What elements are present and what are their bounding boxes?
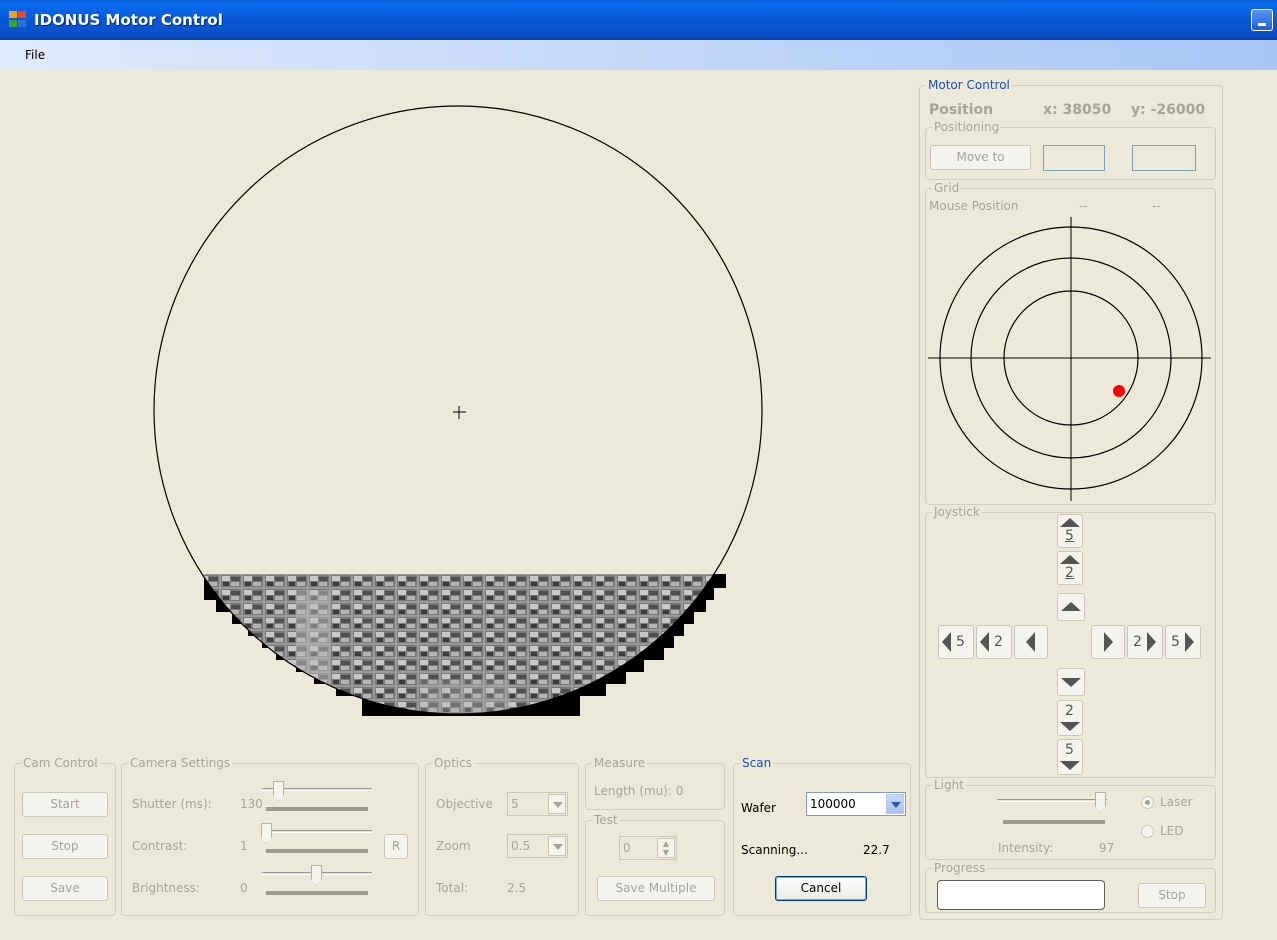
light-group: Light — [925, 778, 1216, 860]
crosshair-icon — [453, 406, 466, 419]
laser-label: Laser — [1160, 795, 1193, 809]
motor-control-legend: Motor Control — [928, 78, 1010, 92]
brightness-label: Brightness: — [132, 881, 200, 895]
arrow-down-icon — [1060, 722, 1080, 731]
joystick-up-button[interactable] — [1057, 593, 1085, 621]
joystick-down-5-button[interactable]: 5 — [1057, 739, 1083, 775]
measure-group: Measure — [585, 756, 725, 810]
wafer-select[interactable]: 100000 — [806, 792, 906, 816]
move-x-input[interactable] — [1043, 145, 1105, 171]
test-legend: Test — [594, 813, 618, 827]
contrast-reset-button[interactable]: R — [384, 834, 408, 859]
laser-radio[interactable] — [1141, 796, 1154, 809]
arrow-left-icon — [1026, 632, 1035, 652]
brightness-tick-bar — [266, 891, 368, 895]
mouse-position-y: -- — [1152, 199, 1161, 213]
chevron-down-icon — [548, 794, 566, 814]
cancel-button[interactable]: Cancel — [775, 876, 867, 901]
arrow-right-icon — [1104, 632, 1113, 652]
joystick-right-5-button[interactable]: 5 — [1165, 625, 1201, 659]
joystick-down-button[interactable] — [1057, 668, 1085, 696]
position-x: x: 38050 — [1043, 102, 1112, 118]
shutter-value: 130 — [240, 797, 263, 811]
move-to-button[interactable]: Move to — [930, 145, 1031, 170]
contrast-value: 1 — [240, 839, 248, 853]
joystick-left-5-button[interactable]: 5 — [938, 625, 974, 659]
scan-status-value: 22.7 — [863, 843, 890, 857]
mouse-position-label: Mouse Position — [929, 199, 1019, 213]
light-legend: Light — [934, 778, 964, 792]
spinner-arrows-icon: ▲ ▼ — [657, 838, 675, 858]
save-multiple-button[interactable]: Save Multiple — [597, 876, 715, 901]
arrow-down-icon — [1060, 761, 1080, 770]
measure-legend: Measure — [594, 756, 645, 770]
arrow-up-icon — [1060, 518, 1080, 527]
positioning-legend: Positioning — [934, 120, 1000, 134]
test-spinner[interactable]: 0 ▲ ▼ — [619, 836, 677, 860]
wafer-label: Wafer — [741, 801, 776, 815]
intensity-tick-bar — [1003, 820, 1105, 824]
joystick-right-2-button[interactable]: 2 — [1127, 625, 1163, 659]
objective-select[interactable]: 5 — [507, 792, 568, 816]
window-title: IDONUS Motor Control — [34, 11, 223, 29]
arrow-right-icon — [1185, 632, 1194, 652]
chevron-down-icon — [886, 794, 904, 814]
cam-stop-button[interactable]: Stop — [22, 834, 108, 859]
measure-length: Length (mu): 0 — [594, 784, 684, 798]
zoom-select[interactable]: 0.5 — [507, 834, 568, 858]
scan-legend: Scan — [742, 756, 772, 770]
shutter-label: Shutter (ms): — [132, 797, 212, 811]
joystick-left-button[interactable] — [1014, 625, 1048, 659]
optics-legend: Optics — [434, 756, 472, 770]
objective-label: Objective — [436, 797, 493, 811]
title-bar: IDONUS Motor Control — [0, 0, 1277, 40]
zoom-label: Zoom — [436, 839, 471, 853]
joystick-up-2-button[interactable]: 2 — [1057, 551, 1083, 585]
arrow-left-icon — [942, 632, 951, 652]
led-label: LED — [1160, 824, 1184, 838]
joystick-right-button[interactable] — [1091, 625, 1125, 659]
wafer-canvas[interactable] — [0, 70, 910, 740]
grid-legend: Grid — [934, 181, 960, 195]
cam-save-button[interactable]: Save — [22, 876, 108, 901]
progress-stop-button[interactable]: Stop — [1138, 883, 1206, 908]
arrow-left-icon — [980, 632, 989, 652]
brightness-value: 0 — [240, 881, 248, 895]
position-marker — [1113, 385, 1125, 397]
shutter-tick-bar — [266, 807, 368, 811]
total-label: Total: — [436, 881, 469, 895]
progress-legend: Progress — [934, 861, 986, 875]
joystick-down-2-button[interactable]: 2 — [1057, 700, 1083, 736]
chevron-down-icon — [548, 836, 566, 856]
progress-bar — [937, 880, 1105, 910]
scan-status: Scanning... — [741, 843, 808, 857]
led-radio[interactable] — [1141, 825, 1154, 838]
arrow-up-icon — [1060, 555, 1080, 564]
app-icon — [9, 11, 27, 28]
camera-settings-legend: Camera Settings — [130, 756, 231, 770]
contrast-label: Contrast: — [132, 839, 188, 853]
arrow-right-icon — [1147, 632, 1156, 652]
menu-bar: File — [0, 40, 1277, 70]
joystick-legend: Joystick — [934, 505, 980, 519]
arrow-up-icon — [1061, 602, 1081, 611]
move-y-input[interactable] — [1132, 145, 1196, 171]
contrast-track — [262, 830, 372, 833]
total-value: 2.5 — [507, 881, 527, 895]
mouse-position-x: -- — [1079, 199, 1088, 213]
position-y: y: -26000 — [1131, 102, 1206, 118]
cam-control-legend: Cam Control — [23, 756, 98, 770]
joystick-left-2-button[interactable]: 2 — [976, 625, 1012, 659]
intensity-track — [997, 799, 1107, 802]
joystick-up-5-button[interactable]: 5 — [1057, 514, 1083, 548]
position-grid[interactable] — [925, 215, 1215, 505]
minimize-button[interactable] — [1251, 9, 1273, 31]
cam-start-button[interactable]: Start — [22, 792, 108, 817]
position-label: Position — [929, 102, 994, 118]
menu-file[interactable]: File — [25, 48, 45, 62]
arrow-down-icon — [1061, 678, 1081, 687]
intensity-value: 97 — [1099, 841, 1115, 855]
intensity-label: Intensity: — [998, 841, 1054, 855]
contrast-tick-bar — [266, 849, 368, 853]
